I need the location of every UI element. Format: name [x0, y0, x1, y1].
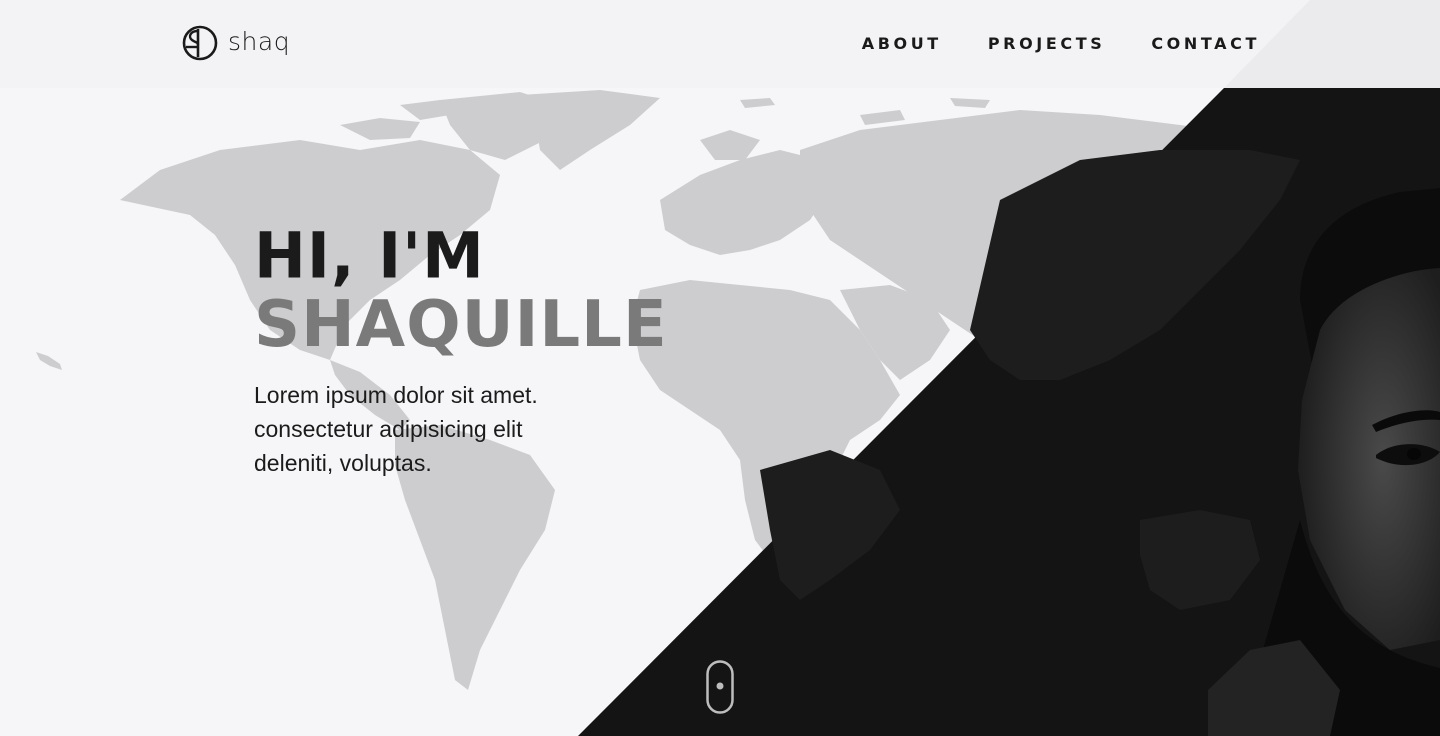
mouse-scroll-icon[interactable]: [706, 660, 734, 714]
main-nav: ABOUT PROJECTS CONTACT: [862, 34, 1260, 53]
hero-name: SHAQUILLE: [254, 288, 668, 362]
nav-about-link[interactable]: ABOUT: [862, 34, 942, 53]
logo-wordmark: shaq: [228, 26, 291, 56]
hero-greeting: HI, I'M: [254, 218, 485, 293]
hero-description-line: Lorem ipsum dolor sit amet.: [254, 382, 538, 408]
landing-page: shaq ABOUT PROJECTS CONTACT HI, I'M SHAQ…: [0, 0, 1440, 736]
nav-contact-link[interactable]: CONTACT: [1151, 34, 1260, 53]
portrait-photo: [1208, 188, 1440, 736]
hero-description: Lorem ipsum dolor sit amet. consectetur …: [254, 378, 594, 480]
nav-projects-link[interactable]: PROJECTS: [988, 34, 1106, 53]
hero-section: HI, I'M SHAQUILLE Lorem ipsum dolor sit …: [254, 218, 668, 480]
hero-description-line: deleniti, voluptas.: [254, 450, 432, 476]
site-header: shaq ABOUT PROJECTS CONTACT: [0, 0, 1440, 88]
hero-description-line: consectetur adipisicing elit: [254, 416, 523, 442]
sd-monogram-icon: [182, 25, 218, 61]
site-logo[interactable]: shaq: [182, 25, 290, 61]
